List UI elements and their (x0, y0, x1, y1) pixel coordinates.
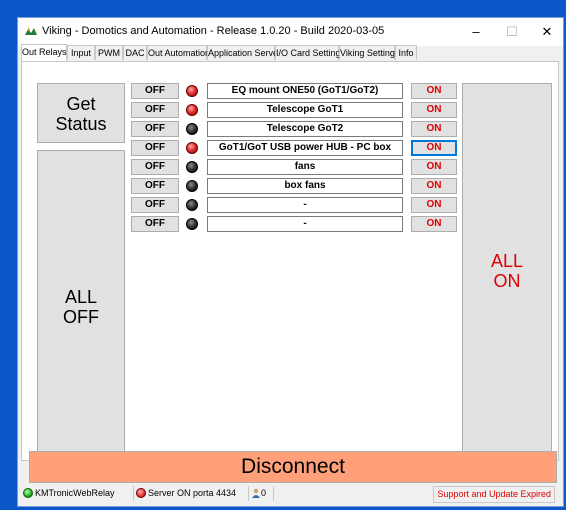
users-count: 0 (251, 486, 274, 501)
viking-app-icon (25, 27, 37, 35)
relay-off-button[interactable]: OFF (131, 178, 179, 194)
tab-pwm[interactable]: PWM (95, 45, 123, 60)
relay-name-field[interactable]: - (207, 216, 403, 232)
relay-row: OFF box fans ON (131, 178, 461, 195)
maximize-button[interactable]: ☐ (494, 18, 530, 46)
server-status: Server ON porta 4434 (136, 486, 249, 501)
tab-viking-setting[interactable]: Viking Setting (339, 45, 395, 60)
window-title: Viking - Domotics and Automation - Relea… (42, 25, 385, 37)
relay-name-field[interactable]: fans (207, 159, 403, 175)
tab-out-relays[interactable]: Out Relays (21, 44, 67, 61)
relay-row: OFF EQ mount ONE50 (GoT1/GoT2) ON (131, 83, 461, 100)
relay-off-button[interactable]: OFF (131, 83, 179, 99)
tab-input[interactable]: Input (67, 45, 95, 60)
all-on-line2: ON (493, 271, 521, 291)
relay-row: OFF fans ON (131, 159, 461, 176)
relay-row: OFF - ON (131, 216, 461, 233)
relay-on-button[interactable]: ON (411, 102, 457, 118)
relay-status-text: KMTronicWebRelay (35, 488, 115, 498)
relay-off-button[interactable]: OFF (131, 197, 179, 213)
relay-on-button[interactable]: ON (411, 83, 457, 99)
relay-on-button[interactable]: ON (411, 178, 457, 194)
all-on-line1: ALL (490, 251, 524, 271)
app-window: Viking - Domotics and Automation - Relea… (17, 17, 564, 507)
all-on-button[interactable]: ALL ON (462, 83, 552, 461)
relay-name-field[interactable]: box fans (207, 178, 403, 194)
red-led-icon (136, 488, 146, 498)
support-expired-text: Support and Update Expired (433, 486, 555, 503)
status-bar: KMTronicWebRelay Server ON porta 4434 0 … (21, 486, 561, 503)
relay-off-button[interactable]: OFF (131, 216, 179, 232)
relay-row: OFF - ON (131, 197, 461, 214)
server-status-text: Server ON porta 4434 (148, 488, 237, 498)
relay-name-field[interactable]: GoT1/GoT USB power HUB - PC box (207, 140, 403, 156)
relay-on-button[interactable]: ON (411, 140, 457, 156)
off-led-icon (186, 199, 198, 211)
tab-application-server[interactable]: Application Server (207, 45, 281, 60)
close-button[interactable]: ✕ (529, 18, 565, 46)
relay-row: OFF GoT1/GoT USB power HUB - PC box ON (131, 140, 461, 157)
relay-row: OFF Telescope GoT2 ON (131, 121, 461, 138)
relay-row: OFF Telescope GoT1 ON (131, 102, 461, 119)
red-led-icon (186, 104, 198, 116)
relay-name-field[interactable]: EQ mount ONE50 (GoT1/GoT2) (207, 83, 403, 99)
relay-name-field[interactable]: Telescope GoT1 (207, 102, 403, 118)
relay-off-button[interactable]: OFF (131, 121, 179, 137)
users-count-text: 0 (261, 488, 267, 498)
relay-name-field[interactable]: - (207, 197, 403, 213)
tab-dac[interactable]: DAC (123, 45, 147, 60)
tab-info[interactable]: Info (395, 45, 417, 60)
off-led-icon (186, 161, 198, 173)
relay-on-button[interactable]: ON (411, 159, 457, 175)
get-status-line1: Get (66, 94, 96, 114)
disconnect-button[interactable]: Disconnect (29, 451, 557, 483)
red-led-icon (186, 85, 198, 97)
user-icon (251, 488, 261, 498)
all-off-line1: ALL (64, 287, 98, 307)
off-led-icon (186, 123, 198, 135)
relay-on-button[interactable]: ON (411, 121, 457, 137)
tab-out-automation[interactable]: Out Automation (147, 45, 210, 60)
relay-status: KMTronicWebRelay (23, 486, 134, 501)
relay-on-button[interactable]: ON (411, 197, 457, 213)
relay-off-button[interactable]: OFF (131, 159, 179, 175)
red-led-icon (186, 142, 198, 154)
minimize-button[interactable]: – (458, 18, 494, 46)
off-led-icon (186, 218, 198, 230)
out-relays-panel: Get Status ALL OFF ALL ON OFF EQ mount ON… (21, 61, 559, 461)
relay-on-button[interactable]: ON (411, 216, 457, 232)
all-off-button[interactable]: ALL OFF (37, 150, 125, 461)
relay-off-button[interactable]: OFF (131, 140, 179, 156)
get-status-line2: Status (55, 114, 107, 134)
off-led-icon (186, 180, 198, 192)
all-off-line2: OFF (63, 307, 99, 327)
tab-io-card-setting[interactable]: I/O Card Setting (275, 45, 341, 60)
title-bar: Viking - Domotics and Automation - Relea… (18, 18, 563, 46)
relay-off-button[interactable]: OFF (131, 102, 179, 118)
get-status-button[interactable]: Get Status (37, 83, 125, 143)
green-led-icon (23, 488, 33, 498)
relay-name-field[interactable]: Telescope GoT2 (207, 121, 403, 137)
